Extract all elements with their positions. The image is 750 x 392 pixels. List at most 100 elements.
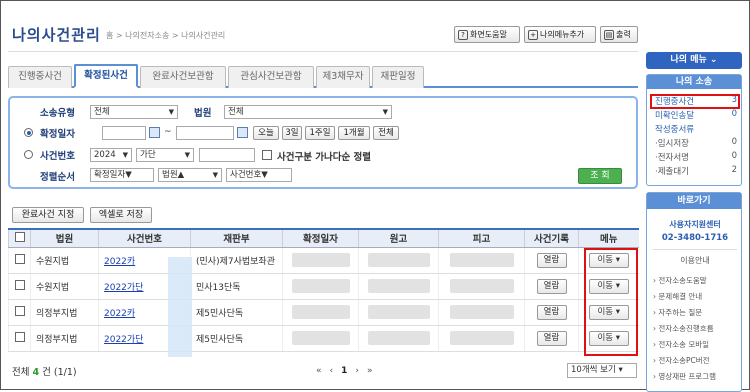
confirm-date-label: 확정일자 (40, 129, 75, 140)
view-record-button[interactable]: 열람 (536, 252, 567, 268)
first-page-button[interactable]: « (316, 366, 322, 376)
help-icon: ? (458, 29, 468, 40)
redacted-case-suffix (168, 257, 192, 357)
stat-e-signature[interactable]: ·전자서명 0 (655, 151, 737, 163)
next-page-button[interactable]: › (355, 366, 359, 376)
chevron-down-icon: ▼ (212, 171, 218, 179)
date-from-input[interactable] (102, 126, 146, 140)
case-number-link[interactable]: 2022가단 (104, 283, 143, 293)
row-checkbox[interactable] (14, 331, 25, 342)
link-help[interactable]: › 전자소송도움말 (653, 275, 707, 286)
help-button[interactable]: ? 화면도움말 (454, 26, 520, 43)
date-separator: ~ (164, 127, 172, 137)
col-menu: 메뉴 (578, 228, 639, 248)
one-week-button[interactable]: 1주일 (305, 126, 335, 140)
case-number-input[interactable] (199, 148, 255, 162)
row-checkbox[interactable] (14, 279, 25, 290)
shortcut-title: 바로가기 (647, 193, 741, 209)
calendar-icon[interactable] (149, 127, 160, 138)
add-menu-button[interactable]: + 나의메뉴추가 (524, 26, 596, 43)
link-flow[interactable]: › 전자소송진행흐름 (653, 323, 714, 334)
stat-unread-delivery[interactable]: 미확인송달 0 (655, 109, 737, 121)
multi-party-checkbox[interactable] (262, 150, 272, 160)
chevron-down-icon: ▼ (184, 151, 190, 159)
sort-select-2[interactable]: 법원▲ ▼ (158, 168, 222, 182)
redacted-defendant (449, 305, 514, 319)
view-record-button[interactable]: 열람 (536, 304, 567, 320)
col-case-record: 사건기록 (524, 228, 579, 248)
search-submit-button[interactable]: 조 회 (578, 168, 622, 184)
redacted-date (291, 253, 350, 267)
court-select[interactable]: 전체 ▼ (224, 105, 392, 119)
case-number-link[interactable]: 2022가단 (104, 335, 143, 345)
col-case-number: 사건번호 (98, 228, 191, 248)
date-radio[interactable] (24, 128, 33, 137)
one-month-button[interactable]: 1개월 (338, 126, 370, 140)
tab-schedule[interactable]: 재판일정 (372, 66, 424, 88)
breadcrumb: 홈 > 나의전자소송 > 나의사건관리 (106, 31, 226, 40)
last-page-button[interactable]: » (367, 366, 373, 376)
print-button[interactable]: ▤ 출력 (600, 26, 638, 43)
chevron-down-icon: ▼ (168, 108, 174, 116)
add-menu-icon: + (528, 29, 538, 40)
multi-party-label: 사건구분 가나다순 정렬 (277, 152, 372, 163)
case-number-link[interactable]: 2022카 (104, 309, 135, 319)
lawsuit-type-label: 소송유형 (40, 108, 75, 119)
page-title: 나의사건관리 (12, 26, 101, 44)
case-radio[interactable] (24, 150, 33, 159)
tab-interest[interactable]: 관심사건보관함 (228, 66, 314, 88)
sort-select-1[interactable]: 확정일자▼ (90, 168, 154, 182)
row-checkbox[interactable] (14, 253, 25, 264)
designate-complete-button[interactable]: 완료사건 지정 (12, 207, 84, 223)
row-checkbox[interactable] (14, 305, 25, 316)
today-button[interactable]: 오늘 (253, 126, 279, 140)
tab-confirmed[interactable]: 확정된사건 (74, 64, 138, 88)
sort-select-3[interactable]: 사건번호▼ (226, 168, 292, 182)
select-all-checkbox[interactable] (14, 231, 25, 242)
lawsuit-type-select[interactable]: 전체 ▼ (90, 105, 178, 119)
link-pc-version[interactable]: › 전자소송PC버전 (653, 355, 710, 366)
page-number[interactable]: 1 (341, 366, 347, 376)
tab-in-progress[interactable]: 진행중사건 (8, 66, 72, 88)
tab-third-debtor[interactable]: 제3채무자 (316, 66, 370, 88)
all-dates-button[interactable]: 전체 (373, 126, 399, 140)
link-faq[interactable]: › 자주하는 질문 (653, 307, 702, 318)
stat-drafts: 작성중서류 (655, 125, 695, 135)
excel-save-button[interactable]: 엑셀로 저장 (90, 207, 152, 223)
redacted-date (291, 279, 350, 293)
prev-page-button[interactable]: ‹ (330, 366, 334, 376)
in-progress-highlight-box (650, 94, 740, 109)
redacted-date (291, 305, 350, 319)
table-row: 수원지법 2022가단 민사13단독 열람 이동 ▾ (8, 273, 639, 300)
court-label: 법원 (194, 108, 212, 119)
three-days-button[interactable]: 3일 (282, 126, 302, 140)
header-divider (8, 51, 638, 52)
view-record-button[interactable]: 열람 (536, 330, 567, 346)
search-panel: 소송유형 전체 ▼ 법원 전체 ▼ 확정일자 ~ 오늘 3일 1주일 1개월 전체 … (8, 96, 638, 189)
stat-submit-pending[interactable]: ·제출대기 2 (655, 165, 737, 177)
case-type-select[interactable]: 가단 ▼ (136, 148, 194, 162)
redacted-plaintiff (367, 331, 430, 345)
table-row: 의정부지법 2022카 제5민사단독 열람 이동 ▾ (8, 299, 639, 326)
col-defendant: 피고 (438, 228, 525, 248)
calendar-icon[interactable] (237, 127, 248, 138)
per-page-select[interactable]: 10개씩 보기 ▾ (567, 363, 637, 378)
usage-guide-label: 이용안내 (680, 256, 710, 265)
case-number-label: 사건번호 (40, 151, 75, 162)
table-row: 의정부지법 2022가단 제5민사단독 열람 이동 ▾ (8, 325, 639, 352)
link-mobile[interactable]: › 전자소송 모바일 (653, 339, 709, 350)
redacted-plaintiff (367, 279, 430, 293)
my-menu-button[interactable]: 나의 메뉴 ⌄ (646, 52, 742, 69)
link-troubleshoot[interactable]: › 문제해결 안내 (653, 291, 702, 302)
case-year-select[interactable]: 2024 ▼ (90, 148, 132, 162)
select-all-cell (8, 228, 31, 248)
col-confirm-date: 확정일자 (282, 228, 359, 248)
case-number-link[interactable]: 2022카 (104, 257, 135, 267)
view-record-button[interactable]: 열람 (536, 278, 567, 294)
date-to-input[interactable] (176, 126, 234, 140)
col-court: 법원 (30, 228, 99, 248)
link-video-trial[interactable]: › 영상재판 프로그램 (653, 371, 716, 382)
tab-completed[interactable]: 완료사건보관함 (140, 66, 226, 88)
division-cell: (민사)제7사법보좌관 (190, 247, 283, 274)
stat-temp-saved[interactable]: ·임시저장 0 (655, 137, 737, 149)
